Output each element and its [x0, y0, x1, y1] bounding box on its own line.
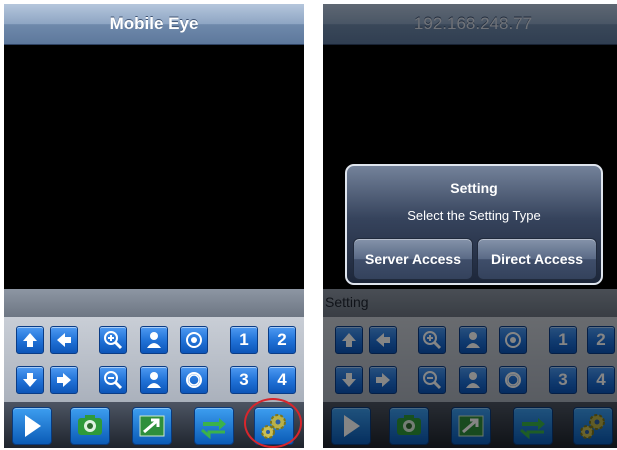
switch-layout-button[interactable] — [194, 407, 234, 445]
focus-far-icon — [147, 372, 161, 388]
focus-near-icon — [147, 332, 161, 348]
status-bar — [4, 289, 304, 317]
focus-far-button[interactable] — [140, 366, 168, 394]
arrow-right-icon — [57, 373, 71, 387]
gallery-button[interactable] — [132, 407, 172, 445]
arrow-up-icon — [23, 333, 37, 347]
setting-type-dialog: Setting Select the Setting Type Server A… — [345, 164, 603, 285]
channel-3-button[interactable]: 3 — [230, 366, 258, 394]
switch-layout-icon — [201, 418, 226, 440]
channel-1-button[interactable]: 1 — [230, 326, 258, 354]
zoom-out-button[interactable] — [99, 366, 127, 394]
setting-dialog-screen: 192.168.248.77 Setting 1 2 3 4 Setting S… — [323, 4, 617, 448]
arrow-left-icon — [57, 333, 71, 347]
page-title: Mobile Eye — [4, 4, 304, 45]
pan-down-button[interactable] — [16, 366, 44, 394]
iris-open-icon — [186, 332, 202, 348]
zoom-out-icon — [104, 371, 123, 390]
direct-access-button[interactable]: Direct Access — [477, 238, 597, 280]
image-gallery-icon — [139, 415, 165, 437]
dialog-message: Select the Setting Type — [407, 208, 541, 223]
channel-2-button[interactable]: 2 — [268, 326, 296, 354]
ptz-control-panel: 1 2 3 4 — [4, 317, 304, 402]
zoom-in-button[interactable] — [99, 326, 127, 354]
play-button[interactable] — [12, 407, 52, 445]
mobile-eye-screen: Mobile Eye 1 2 3 4 — [4, 4, 304, 448]
server-access-button[interactable]: Server Access — [353, 238, 473, 280]
snapshot-button[interactable] — [70, 407, 110, 445]
pan-up-button[interactable] — [16, 326, 44, 354]
dialog-title: Setting — [450, 180, 498, 196]
video-view — [4, 45, 304, 289]
channel-4-button[interactable]: 4 — [268, 366, 296, 394]
pan-left-button[interactable] — [50, 326, 78, 354]
focus-near-button[interactable] — [140, 326, 168, 354]
snapshot-camera-icon — [78, 415, 102, 435]
zoom-in-icon — [104, 331, 123, 350]
settings-highlight-circle — [244, 398, 302, 448]
iris-open-button[interactable] — [180, 326, 208, 354]
iris-close-button[interactable] — [180, 366, 208, 394]
play-icon — [25, 415, 41, 437]
iris-close-icon — [186, 372, 202, 388]
arrow-down-icon — [23, 373, 37, 387]
pan-right-button[interactable] — [50, 366, 78, 394]
